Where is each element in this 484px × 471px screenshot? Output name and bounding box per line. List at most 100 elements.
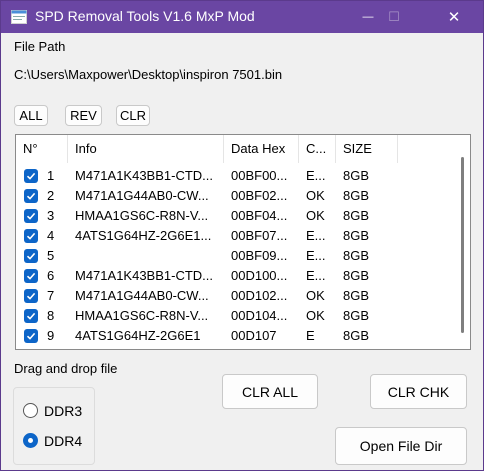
- cell-size: 8GB: [343, 248, 370, 263]
- cell-c: OK: [306, 208, 325, 223]
- row-checkbox[interactable]: [24, 329, 38, 343]
- table-row[interactable]: 7 M471A1G44AB0-CW... 00D102... OK 8GB: [16, 286, 456, 306]
- file-path-value: C:\Users\Maxpower\Desktop\inspiron 7501.…: [14, 67, 283, 82]
- column-header-size[interactable]: SIZE: [336, 135, 398, 163]
- clear-selection-button[interactable]: CLR: [116, 105, 150, 126]
- cell-info: HMAA1GS6C-R8N-V...: [75, 208, 209, 223]
- checkmark-icon: [26, 212, 36, 220]
- cell-info: 4ATS1G64HZ-2G6E1: [75, 328, 201, 343]
- checkmark-icon: [26, 192, 36, 200]
- checkmark-icon: [26, 252, 36, 260]
- cell-n: 6: [47, 268, 55, 283]
- cell-hex: 00BF02...: [231, 188, 288, 203]
- table-row[interactable]: 2 M471A1G44AB0-CW... 00BF02... OK 8GB: [16, 186, 456, 206]
- cell-hex: 00D107: [231, 328, 277, 343]
- drag-drop-label: Drag and drop file: [14, 361, 118, 376]
- cell-info: M471A1K43BB1-CTD...: [75, 268, 214, 283]
- cell-size: 8GB: [343, 268, 370, 283]
- ddr-group: DDR3 DDR4: [13, 387, 95, 465]
- table-row[interactable]: 8 HMAA1GS6C-R8N-V... 00D104... OK 8GB: [16, 306, 456, 326]
- row-checkbox[interactable]: [24, 209, 38, 223]
- cell-n: 5: [47, 248, 55, 263]
- clear-all-button[interactable]: CLR ALL: [222, 374, 318, 409]
- checkmark-icon: [26, 232, 36, 240]
- cell-c: E...: [306, 268, 326, 283]
- cell-n: 7: [47, 288, 55, 303]
- cell-c: OK: [306, 188, 325, 203]
- table-row[interactable]: 5 00BF09... E... 8GB: [16, 246, 456, 266]
- select-all-button[interactable]: ALL: [14, 105, 48, 126]
- table-row[interactable]: 9 4ATS1G64HZ-2G6E1 00D107 E 8GB: [16, 326, 456, 346]
- spd-list[interactable]: N° Info Data Hex C... SIZE 1 M471A1K43BB1…: [15, 134, 471, 350]
- cell-c: OK: [306, 288, 325, 303]
- maximize-button[interactable]: ☐: [371, 1, 417, 33]
- cell-size: 8GB: [343, 308, 370, 323]
- cell-n: 1: [47, 168, 55, 183]
- cell-size: 8GB: [343, 168, 370, 183]
- checkmark-icon: [26, 332, 36, 340]
- cell-n: 4: [47, 228, 55, 243]
- cell-info: M471A1G44AB0-CW...: [75, 188, 209, 203]
- cell-size: 8GB: [343, 328, 370, 343]
- ddr4-radio[interactable]: [23, 433, 38, 448]
- table-row[interactable]: 3 HMAA1GS6C-R8N-V... 00BF04... OK 8GB: [16, 206, 456, 226]
- title-bar[interactable]: SPD Removal Tools V1.6 MxP Mod — ☐ ✕: [1, 1, 483, 33]
- cell-size: 8GB: [343, 188, 370, 203]
- close-button[interactable]: ✕: [431, 1, 477, 33]
- ddr3-label[interactable]: DDR3: [44, 403, 82, 419]
- cell-c: E...: [306, 168, 326, 183]
- cell-hex: 00BF04...: [231, 208, 288, 223]
- list-rows: 1 M471A1K43BB1-CTD... 00BF00... E... 8GB 2 M47…: [16, 166, 456, 346]
- window-title: SPD Removal Tools V1.6 MxP Mod: [35, 8, 255, 24]
- table-row[interactable]: 4 4ATS1G64HZ-2G6E1... 00BF07... E... 8GB: [16, 226, 456, 246]
- ddr3-radio[interactable]: [23, 403, 38, 418]
- row-checkbox[interactable]: [24, 269, 38, 283]
- cell-info: HMAA1GS6C-R8N-V...: [75, 308, 209, 323]
- column-header-data-hex[interactable]: Data Hex: [224, 135, 299, 163]
- checkmark-icon: [26, 272, 36, 280]
- cell-n: 3: [47, 208, 55, 223]
- column-header-number[interactable]: N°: [16, 135, 68, 163]
- table-row[interactable]: 6 M471A1K43BB1-CTD... 00D100... E... 8GB: [16, 266, 456, 286]
- cell-hex: 00D100...: [231, 268, 288, 283]
- row-checkbox[interactable]: [24, 289, 38, 303]
- file-path-label: File Path: [14, 39, 66, 54]
- clear-checked-button[interactable]: CLR CHK: [370, 374, 467, 409]
- table-row[interactable]: 1 M471A1K43BB1-CTD... 00BF00... E... 8GB: [16, 166, 456, 186]
- cell-size: 8GB: [343, 288, 370, 303]
- checkmark-icon: [26, 172, 36, 180]
- ddr4-label[interactable]: DDR4: [44, 433, 82, 449]
- list-header: N° Info Data Hex C... SIZE: [16, 135, 470, 163]
- checkmark-icon: [26, 312, 36, 320]
- open-file-dir-button[interactable]: Open File Dir: [335, 427, 467, 465]
- cell-info: [75, 246, 221, 266]
- reverse-selection-button[interactable]: REV: [65, 105, 102, 126]
- app-icon: [11, 10, 27, 24]
- row-checkbox[interactable]: [24, 169, 38, 183]
- cell-hex: 00BF00...: [231, 168, 288, 183]
- cell-c: OK: [306, 308, 325, 323]
- row-checkbox[interactable]: [24, 309, 38, 323]
- cell-c: E...: [306, 228, 326, 243]
- row-checkbox[interactable]: [24, 189, 38, 203]
- row-checkbox[interactable]: [24, 229, 38, 243]
- column-header-c[interactable]: C...: [299, 135, 336, 163]
- cell-hex: 00D104...: [231, 308, 288, 323]
- close-icon: ✕: [447, 9, 461, 26]
- vertical-scrollbar[interactable]: [461, 157, 464, 333]
- row-checkbox[interactable]: [24, 249, 38, 263]
- cell-info: M471A1K43BB1-CTD...: [75, 168, 214, 183]
- cell-hex: 00BF07...: [231, 228, 288, 243]
- cell-c: E: [306, 328, 315, 343]
- cell-hex: 00BF09...: [231, 248, 288, 263]
- app-window: SPD Removal Tools V1.6 MxP Mod — ☐ ✕ Fil…: [0, 0, 484, 471]
- cell-n: 9: [47, 328, 55, 343]
- cell-n: 8: [47, 308, 55, 323]
- cell-size: 8GB: [343, 228, 370, 243]
- cell-info: 4ATS1G64HZ-2G6E1...: [75, 228, 212, 243]
- cell-size: 8GB: [343, 208, 370, 223]
- cell-c: E...: [306, 248, 326, 263]
- column-header-info[interactable]: Info: [68, 135, 224, 163]
- cell-hex: 00D102...: [231, 288, 288, 303]
- checkmark-icon: [26, 292, 36, 300]
